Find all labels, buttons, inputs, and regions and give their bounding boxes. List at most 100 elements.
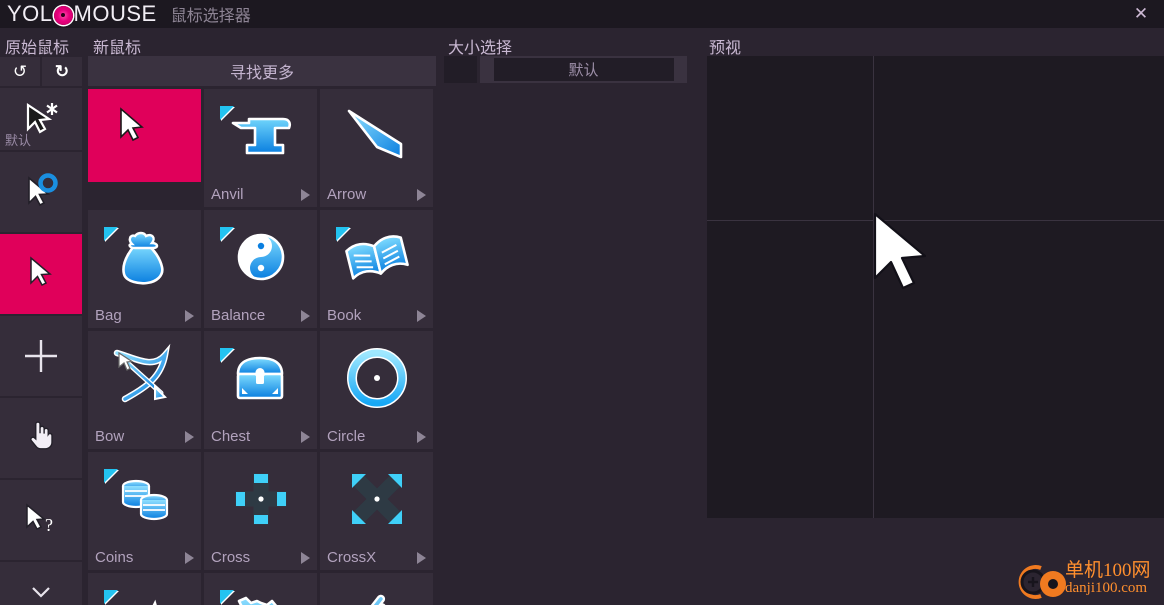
cursor-cell-bow[interactable]: Bow — [88, 331, 201, 449]
cursor-label-row: Coins — [88, 545, 201, 570]
cursor-label-row: Balance — [204, 303, 317, 328]
cursor-art — [204, 210, 317, 303]
chevron-down-icon[interactable] — [301, 551, 310, 564]
cursor-cell-coins[interactable]: Coins — [88, 452, 201, 570]
arrow-cursor-icon — [30, 256, 52, 286]
cursor-label-row: Book — [320, 303, 433, 328]
original-cursor-sidebar: 默认 ? — [0, 88, 82, 605]
new-cursor-panel: 寻找更多 Anvil Arrow Bag Balance Book Bow Ch… — [88, 56, 436, 605]
cursor-art — [320, 210, 433, 303]
cursor-cell-arrow[interactable]: Arrow — [320, 89, 433, 207]
cursor-art — [88, 210, 201, 303]
cursor-label-row: CrossX — [320, 545, 433, 570]
chevron-down-icon[interactable] — [417, 309, 426, 322]
sidebar-item-resize-cursor[interactable] — [0, 562, 82, 605]
cursor-cell-anvil[interactable]: Anvil — [204, 89, 317, 207]
chevron-down-icon[interactable] — [301, 309, 310, 322]
preview-cell-bottom-left — [707, 221, 873, 518]
sidebar-item-crosshair-cursor[interactable] — [0, 316, 82, 396]
chevron-down-icon[interactable] — [417, 430, 426, 443]
cursor-art — [204, 573, 317, 605]
chevron-down-icon[interactable] — [417, 188, 426, 201]
arrow-big-icon — [347, 109, 402, 158]
sidebar-item-hand-cursor[interactable] — [0, 398, 82, 478]
cursor-label-row: Bag — [88, 303, 201, 328]
header-original-cursor: 原始鼠标 — [5, 40, 70, 57]
header-new-cursor: 新鼠标 — [93, 40, 142, 57]
gear-icon — [237, 596, 277, 605]
arrow-busy-ring-cursor-icon — [28, 173, 58, 207]
cursor-art — [88, 331, 201, 424]
header-preview: 预视 — [709, 40, 742, 57]
cross-plus-icon — [235, 473, 286, 524]
cursor-label: Arrow — [327, 186, 367, 203]
dagger-icon — [151, 599, 157, 605]
cursor-grid: Anvil Arrow Bag Balance Book Bow Chest C… — [88, 89, 436, 605]
logo-text-right: MOUSE — [73, 1, 157, 26]
corner-tag-icon — [104, 590, 118, 604]
cursor-art — [320, 573, 433, 605]
cursor-art — [320, 89, 433, 182]
preview-panel: 确定 取消 — [707, 56, 1164, 605]
yin-yang-icon — [237, 233, 284, 280]
chevron-down-icon[interactable] — [417, 551, 426, 564]
size-swatch[interactable] — [444, 56, 477, 83]
cursor-art — [320, 452, 433, 545]
bow-arrow-icon — [113, 343, 170, 402]
cursor-cell-hand[interactable] — [320, 573, 433, 605]
corner-tag-icon — [104, 227, 118, 241]
chevron-down-icon[interactable] — [185, 551, 194, 564]
sidebar-item-busy-cursor[interactable] — [0, 152, 82, 232]
cursor-cell-balance[interactable]: Balance — [204, 210, 317, 328]
preview-grid[interactable] — [707, 56, 1164, 518]
size-row: 默认 — [444, 56, 700, 83]
sidebar-item-label: 默认 — [5, 133, 32, 148]
circle-ring-icon — [346, 347, 407, 408]
chevron-down-icon[interactable] — [301, 430, 310, 443]
sidebar-item-help-cursor[interactable]: ? — [0, 480, 82, 560]
cursor-cell-cross[interactable]: Cross — [204, 452, 317, 570]
sidebar-item-arrow-cursor[interactable] — [0, 234, 82, 314]
cursor-label-row: Arrow — [320, 182, 433, 207]
cursor-cell-dagger[interactable] — [88, 573, 201, 605]
cursor-label: Chest — [211, 428, 251, 445]
cursor-label-row: Chest — [204, 424, 317, 449]
cursor-cell-bag[interactable]: Bag — [88, 210, 201, 328]
close-icon[interactable]: ✕ — [1118, 0, 1164, 28]
corner-tag-icon — [104, 469, 118, 483]
logo-dot-icon — [53, 5, 73, 25]
preview-cell-bottom-right — [874, 221, 1164, 518]
cursor-label: Bag — [95, 307, 122, 324]
find-more-button[interactable]: 寻找更多 — [88, 56, 436, 86]
cursor-cell-book[interactable]: Book — [320, 210, 433, 328]
cursor-label: Book — [327, 307, 362, 324]
resize-vertical-cursor-icon — [32, 587, 50, 598]
cursor-cell-circle[interactable]: Circle — [320, 331, 433, 449]
cursor-cell-chest[interactable]: Chest — [204, 331, 317, 449]
cursor-label-row: Cross — [204, 545, 317, 570]
cursor-cell-gear[interactable] — [204, 573, 317, 605]
chevron-down-icon[interactable] — [301, 188, 310, 201]
chevron-down-icon[interactable] — [185, 430, 194, 443]
chevron-down-icon[interactable] — [185, 309, 194, 322]
coins-icon — [121, 479, 168, 520]
header-size-select: 大小选择 — [448, 40, 513, 57]
size-default-label: 默认 — [493, 58, 674, 81]
cursor-label: Balance — [211, 307, 266, 324]
plus-crosshair-cursor-icon — [25, 340, 57, 372]
logo-text-left: YOL — [7, 1, 53, 26]
cursor-art — [204, 452, 317, 545]
reset-one-icon[interactable]: ↺ — [0, 57, 40, 86]
arrow-cursor-icon — [120, 107, 144, 142]
cursor-cell-arrow-selected[interactable] — [88, 89, 201, 207]
cursor-art — [88, 573, 201, 605]
reset-all-icon[interactable]: ↻ — [42, 57, 82, 86]
cursor-label: Bow — [95, 428, 125, 445]
sidebar-item-default-star-cursor[interactable]: 默认 — [0, 88, 82, 150]
cursor-cell-crossx[interactable]: CrossX — [320, 452, 433, 570]
size-default-option[interactable]: 默认 — [480, 56, 687, 83]
cursor-label: Anvil — [211, 186, 244, 203]
svg-text:?: ? — [45, 515, 53, 535]
window-subtitle: 鼠标选择器 — [170, 8, 251, 25]
cursor-label: Cross — [211, 549, 251, 566]
